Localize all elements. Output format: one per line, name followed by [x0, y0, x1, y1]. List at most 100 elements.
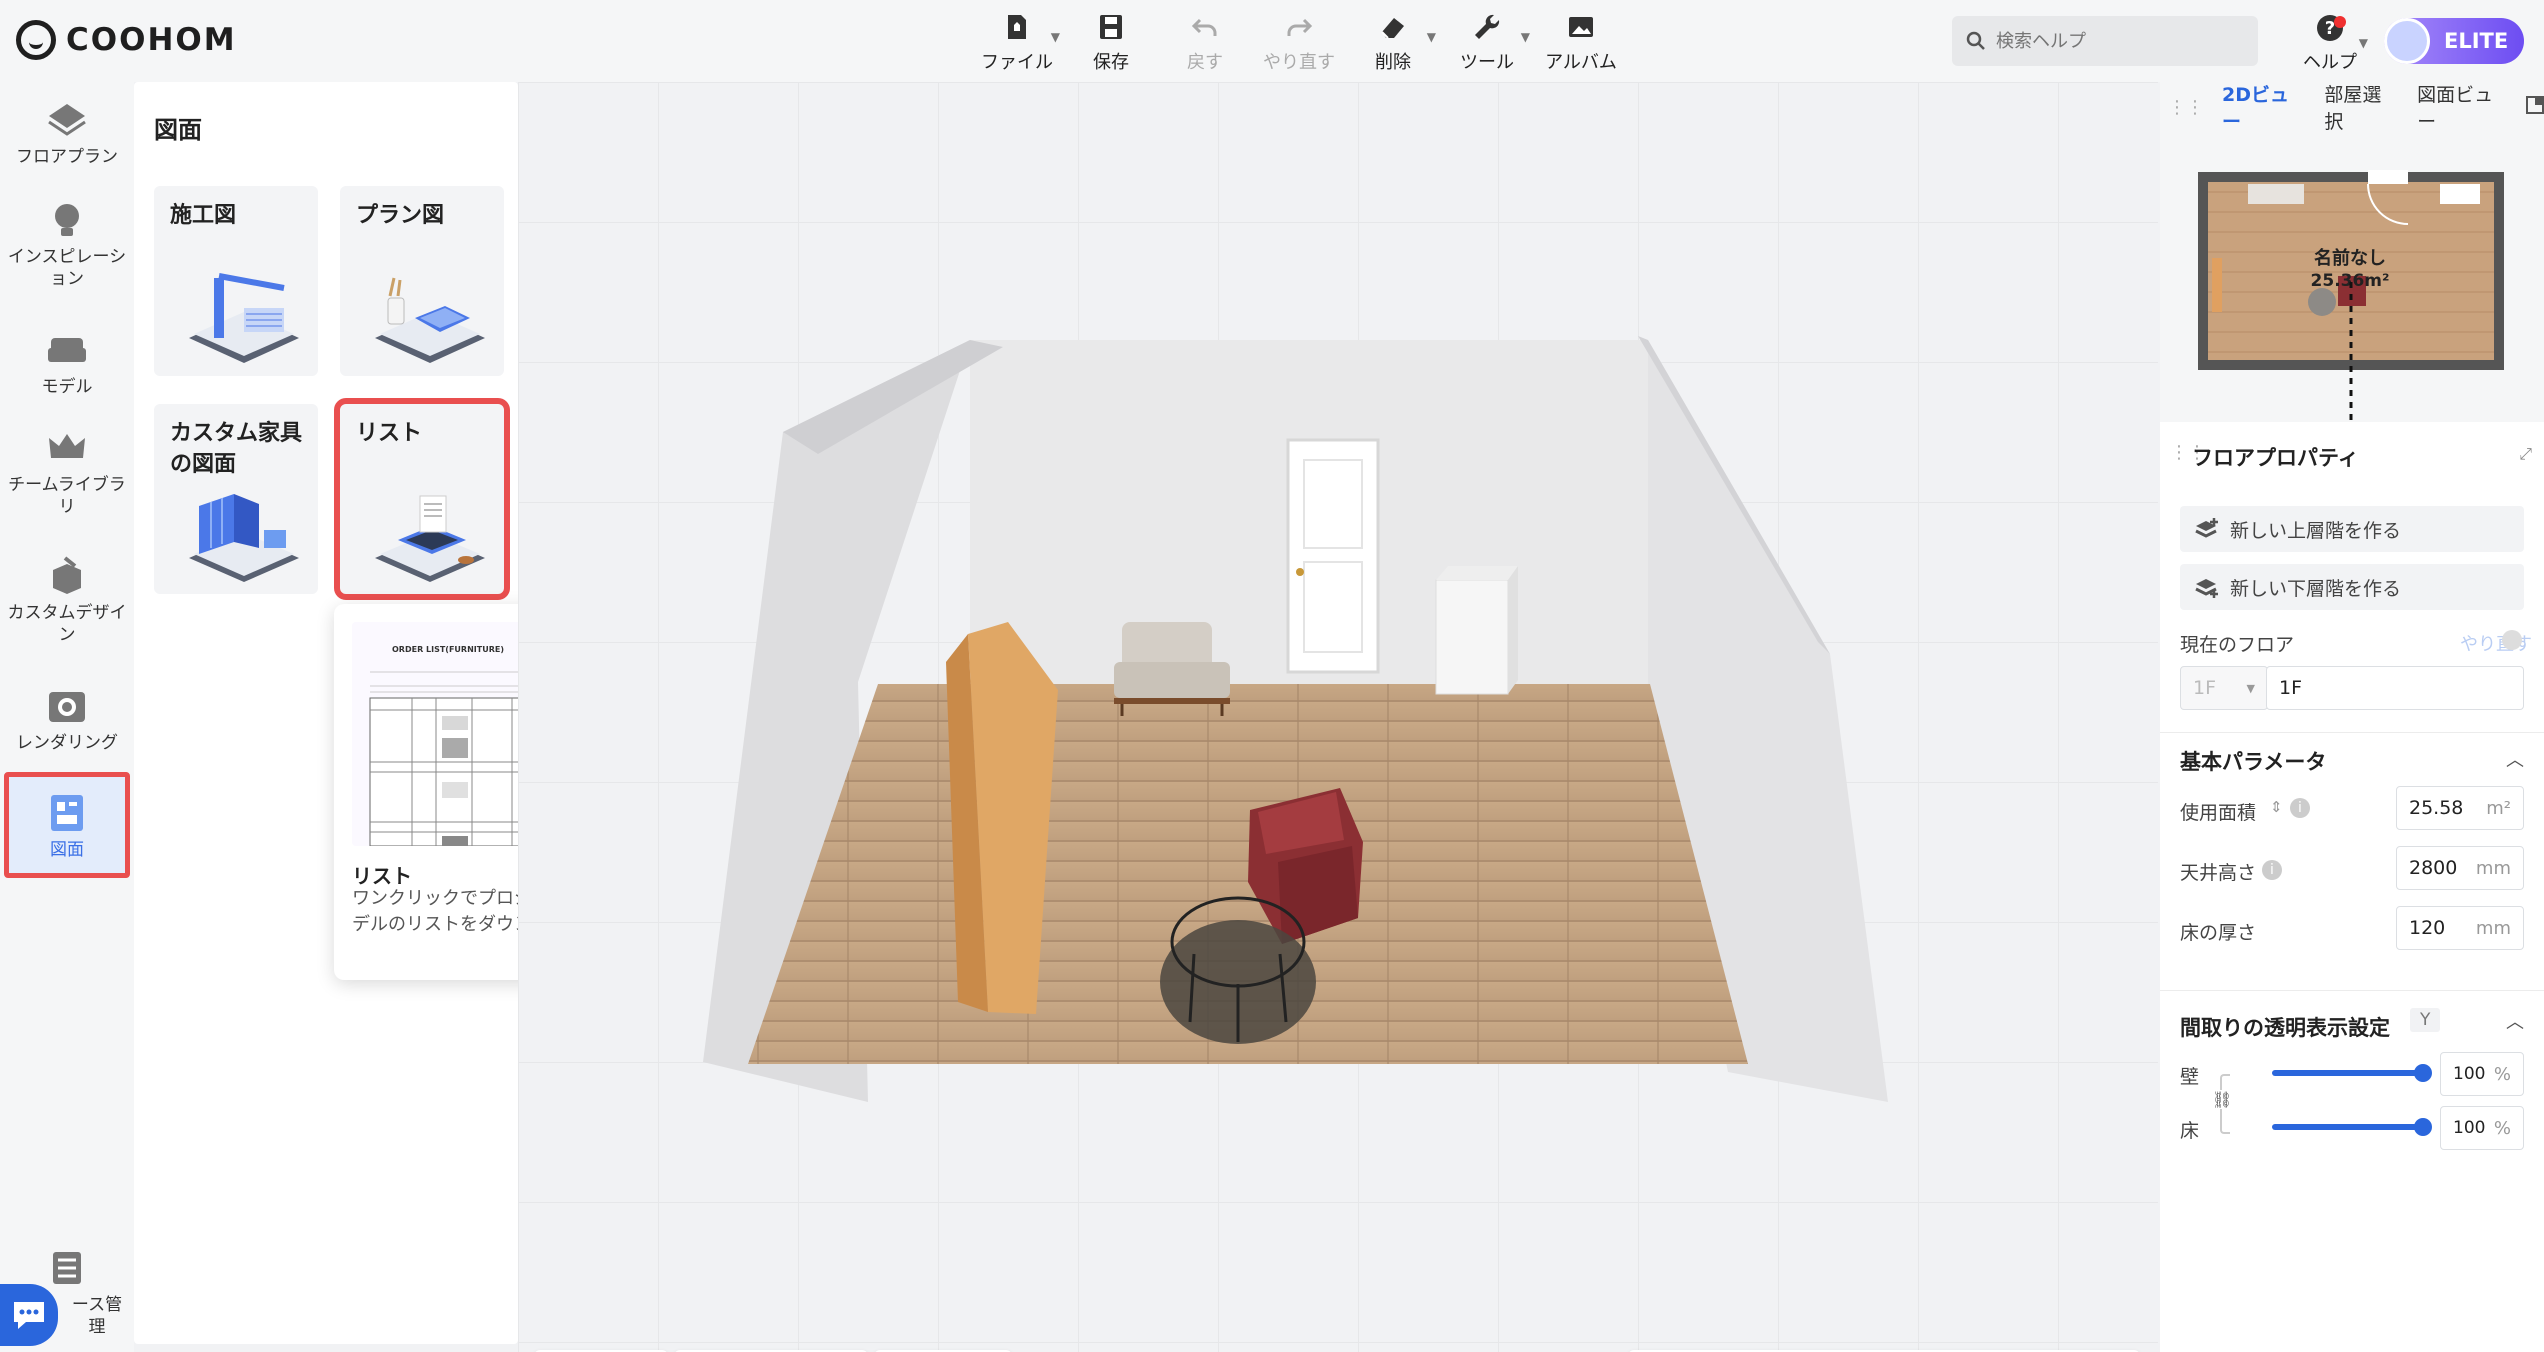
list-illustration [375, 495, 485, 582]
custom-box-icon [53, 556, 81, 594]
camera-icon [49, 692, 85, 722]
redo-icon [1287, 18, 1313, 36]
floor-properties-title: フロアプロパティ [2192, 446, 2359, 470]
search-input[interactable] [1996, 30, 2236, 52]
link-icon[interactable]: ⛓ [2212, 1090, 2233, 1109]
top-bar: COOHOM ファイル ▼ 保存 戻す やり直す 削除 ▼ ツール ▼ アルバム… [0, 0, 2544, 82]
help-button[interactable]: ? ヘルプ ▼ [2290, 10, 2370, 74]
logo-text: COOHOM [66, 22, 237, 58]
transparency-title: 間取りの透明表示設定 [2180, 1016, 2390, 1040]
room-3d-scene[interactable] [518, 82, 2158, 1352]
right-panel: ⋮⋮ 2Dビュー 部屋選択 図面ビュー 名前なし 25.36m² ⋮⋮ フロアプ… [2160, 82, 2544, 1352]
chevron-up-icon[interactable]: ︿ [2506, 746, 2524, 772]
3d-viewport[interactable]: 1F ▼ 2D ▼ 3D ▼ − [518, 82, 2158, 1352]
tools-button[interactable]: ツール ▼ [1440, 8, 1534, 74]
notification-dot [2334, 16, 2346, 28]
card-construction[interactable]: 施工図 [154, 186, 318, 376]
file-button[interactable]: ファイル ▼ [970, 8, 1064, 74]
floor-name-input[interactable]: 1F [2266, 666, 2524, 710]
rail-item-drawings[interactable]: 図面 [4, 772, 130, 878]
custom-furniture-illustration [189, 494, 299, 582]
logo-icon [16, 20, 56, 60]
rail-item-custom-design[interactable]: カスタムデザイン [0, 556, 134, 646]
chevron-down-icon: ▼ [2246, 681, 2255, 695]
undo-icon [1191, 18, 1217, 36]
floor-slider-track[interactable] [2272, 1124, 2422, 1130]
delete-button[interactable]: 削除 ▼ [1346, 8, 1440, 74]
undo-button[interactable]: 戻す [1158, 8, 1252, 74]
wall-slider-track[interactable] [2272, 1070, 2422, 1076]
minimap[interactable]: 名前なし 25.36m² [2160, 132, 2544, 422]
collapse-icon[interactable]: ⤢ [2519, 444, 2532, 464]
new-upper-floor-button[interactable]: 新しい上層階を作る [2180, 506, 2524, 552]
wall-label: 壁 [2180, 1066, 2200, 1088]
chat-icon [14, 1302, 44, 1329]
basic-params-title: 基本パラメータ [2180, 750, 2327, 774]
info-icon[interactable]: i [2262, 860, 2282, 880]
sort-icon[interactable]: ⇕ [2270, 798, 2283, 816]
card-list[interactable]: リスト [334, 398, 510, 600]
sofa-icon [48, 338, 86, 362]
cabinet[interactable] [1435, 579, 1509, 695]
add-layer-icon [2195, 579, 2218, 598]
drag-handle-icon[interactable]: ⋮⋮ [2160, 97, 2212, 118]
panel-title: 図面 [154, 116, 202, 144]
rail-item-team-library[interactable]: チームライブラリ [0, 428, 134, 518]
clock-icon [2502, 630, 2522, 650]
order-list-title: ORDER LIST(FURNITURE) [392, 645, 504, 654]
logo[interactable]: COOHOM [16, 20, 237, 60]
rail-item-model[interactable]: モデル [0, 330, 134, 398]
tab-drawing-view[interactable]: 図面ビュー [2407, 80, 2518, 134]
floor-slider-handle[interactable] [2414, 1118, 2432, 1136]
new-lower-floor-button[interactable]: 新しい下層階を作る [2180, 564, 2524, 610]
avatar [2384, 18, 2430, 64]
chevron-down-icon: ▼ [2358, 36, 2368, 50]
chat-button[interactable] [0, 1284, 58, 1346]
tab-room-select[interactable]: 部屋選択 [2314, 80, 2407, 134]
floor-thickness-label: 床の厚さ [2180, 922, 2257, 944]
save-button[interactable]: 保存 [1064, 8, 1158, 74]
plan-illustration [375, 277, 485, 363]
rail-item-floorplan[interactable]: フロアプラン [0, 100, 134, 168]
minimap-plan[interactable]: 名前なし 25.36m² [2160, 132, 2544, 422]
card-custom-furniture[interactable]: カスタム家具の図面 [154, 404, 318, 594]
album-button[interactable]: アルバム [1534, 8, 1628, 74]
tab-2d-view[interactable]: 2Dビュー [2212, 80, 2314, 134]
wrench-icon [1475, 14, 1500, 39]
expand-icon[interactable] [2526, 96, 2544, 118]
floor-label: 床 [2180, 1120, 2200, 1142]
help-search[interactable] [1952, 16, 2258, 66]
area-label: 使用面積 [2180, 802, 2257, 824]
ceiling-height-label: 天井高さ [2180, 862, 2257, 884]
view-tabs: ⋮⋮ 2Dビュー 部屋選択 図面ビュー [2160, 80, 2544, 134]
wall-slider-handle[interactable] [2414, 1064, 2432, 1082]
image-icon [1569, 17, 1593, 37]
shortcut-badge: Y [2410, 1008, 2441, 1032]
account-badge[interactable]: ELITE [2384, 18, 2524, 64]
rail-item-rendering[interactable]: レンダリング [0, 686, 134, 754]
chevron-up-icon[interactable]: ︿ [2506, 1008, 2524, 1034]
door[interactable] [1286, 438, 1380, 674]
chevron-down-icon: ▼ [1050, 30, 1060, 44]
rail-item-inspiration[interactable]: インスピレーション [0, 200, 134, 290]
file-icon [1008, 15, 1026, 39]
area-input[interactable]: 25.58 m² [2396, 786, 2524, 830]
floor-prefix-select[interactable]: 1F ▼ [2180, 666, 2268, 710]
lightbulb-icon [55, 204, 79, 236]
tooltip-title: リスト [352, 864, 412, 888]
current-floor-label: 現在のフロア [2180, 634, 2295, 656]
ceiling-height-input[interactable]: 2800 mm [2396, 846, 2524, 890]
floor-thickness-input[interactable]: 120 mm [2396, 906, 2524, 950]
crown-icon [49, 434, 85, 458]
card-plan[interactable]: プラン図 [340, 186, 504, 376]
minimap-room-name: 名前なし [2314, 247, 2386, 269]
drawing-icon [51, 795, 83, 831]
add-layer-icon [2195, 518, 2218, 538]
redo-button[interactable]: やり直す [1252, 8, 1346, 74]
floor-opacity-input[interactable]: 100 % [2440, 1106, 2524, 1150]
wall-opacity-input[interactable]: 100 % [2440, 1052, 2524, 1096]
chevron-down-icon: ▼ [1426, 30, 1436, 44]
info-icon[interactable]: i [2290, 798, 2310, 818]
left-rail: フロアプラン インスピレーション モデル チームライブラリ カスタムデザイン レ… [0, 82, 134, 1352]
floorplan-icon [48, 104, 86, 136]
